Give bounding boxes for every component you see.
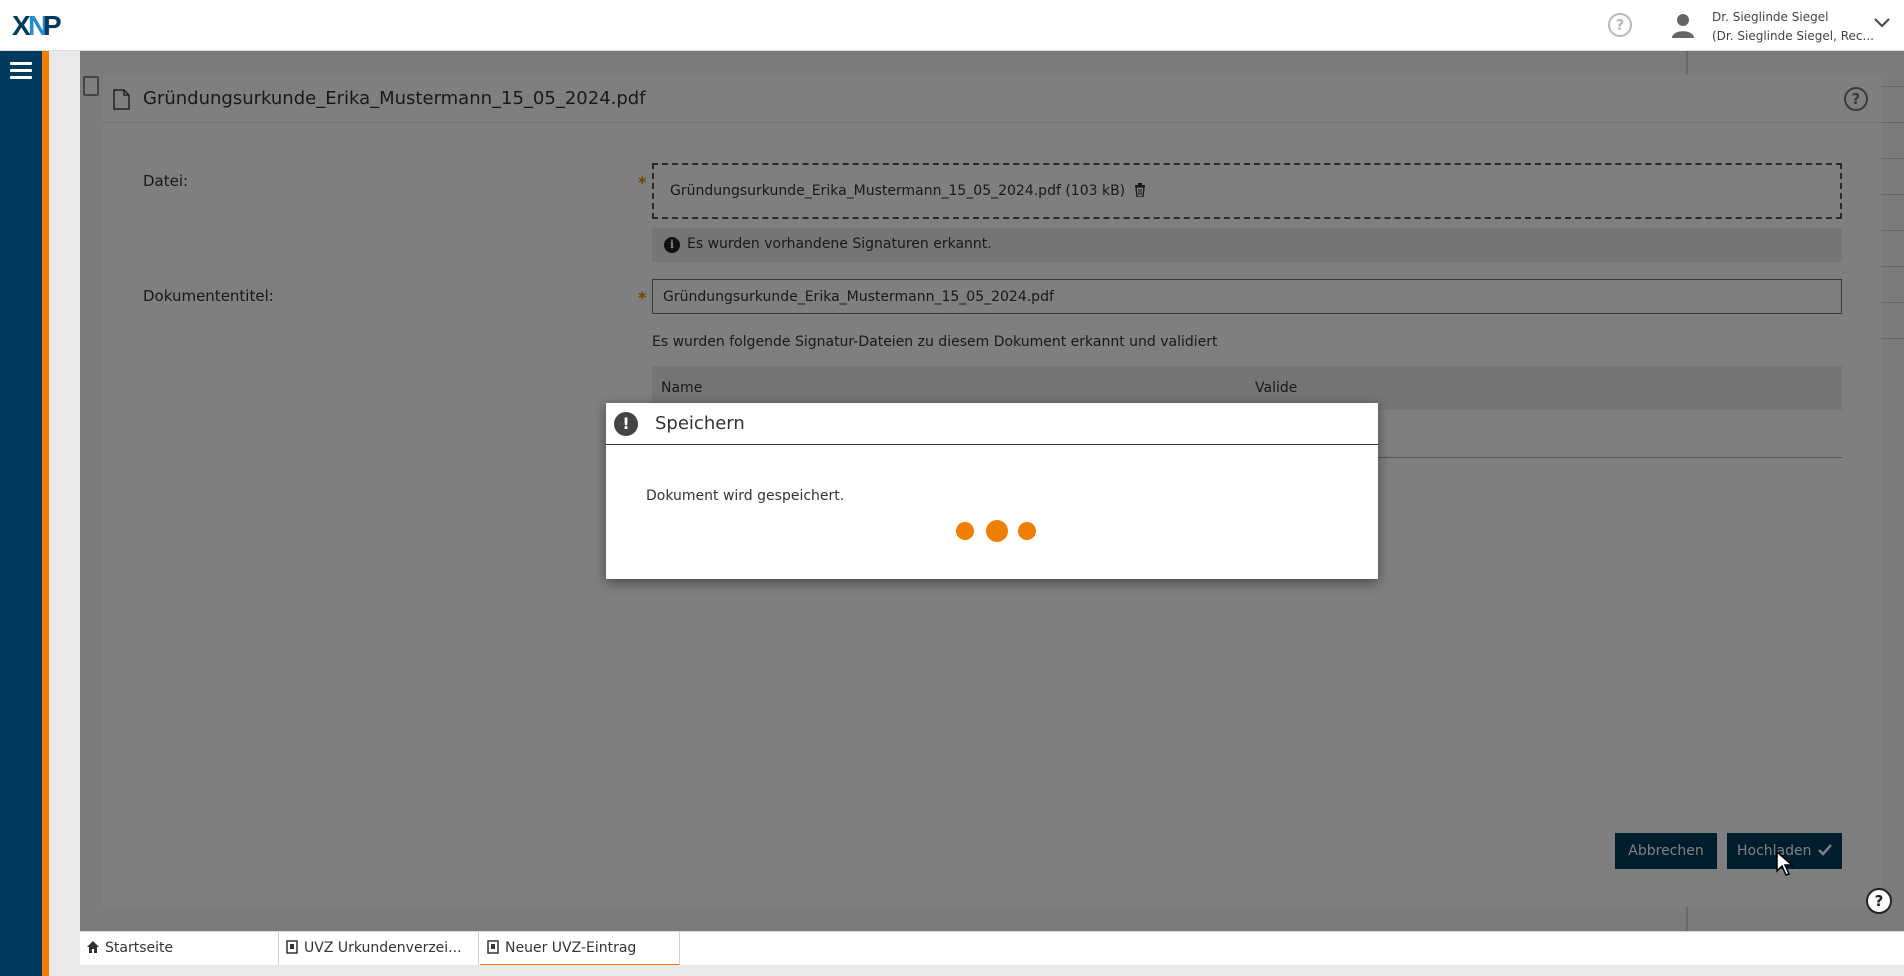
tab-startseite[interactable]: Startseite	[80, 932, 279, 966]
user-role: (Dr. Sieglinde Siegel, Rec...	[1712, 29, 1874, 43]
help-icon[interactable]: ?	[1608, 13, 1632, 37]
tab-uvz-urkundenverzeichnis[interactable]: UVZ Urkundenverzei...	[279, 932, 479, 966]
exclamation-icon: !	[614, 412, 638, 436]
loading-dot	[1018, 522, 1036, 540]
save-message: Dokument wird gespeichert.	[646, 488, 845, 504]
user-name: Dr. Sieglinde Siegel	[1712, 10, 1829, 24]
user-icon[interactable]	[1670, 12, 1696, 38]
tab-label: Neuer UVZ-Eintrag	[505, 940, 637, 956]
loading-spinner	[950, 519, 1050, 543]
document-icon	[487, 940, 499, 954]
help-icon[interactable]: ?	[1866, 888, 1892, 914]
document-icon	[286, 940, 298, 954]
tab-neuer-uvz-eintrag[interactable]: Neuer UVZ-Eintrag	[480, 932, 680, 966]
nav-accent-stripe	[42, 51, 49, 976]
home-icon	[87, 941, 99, 953]
mouse-cursor-icon	[1776, 851, 1794, 876]
save-dialog: ! Speichern Dokument wird gespeichert.	[606, 403, 1378, 579]
user-info[interactable]: Dr. Sieglinde Siegel (Dr. Sieglinde Sieg…	[1712, 8, 1874, 46]
svg-text:P: P	[43, 10, 62, 41]
tab-label: Startseite	[105, 940, 174, 956]
tab-label: UVZ Urkundenverzei...	[304, 940, 462, 956]
nav-gap	[49, 51, 80, 976]
left-nav	[0, 51, 42, 976]
menu-icon[interactable]	[10, 62, 32, 80]
bottom-status-bar	[49, 965, 1904, 976]
bottom-tab-bar: Startseite UVZ Urkundenverzei... Neuer U…	[80, 931, 1904, 966]
save-dialog-title: Speichern	[655, 413, 745, 434]
loading-dot	[986, 520, 1008, 542]
xnp-logo[interactable]: X N P	[12, 9, 62, 41]
save-dialog-header: ! Speichern	[606, 403, 1378, 445]
top-bar: X N P ? Dr. Sieglinde Siegel (Dr. Siegli…	[0, 0, 1904, 51]
chevron-down-icon[interactable]	[1873, 16, 1891, 30]
loading-dot	[956, 522, 974, 540]
